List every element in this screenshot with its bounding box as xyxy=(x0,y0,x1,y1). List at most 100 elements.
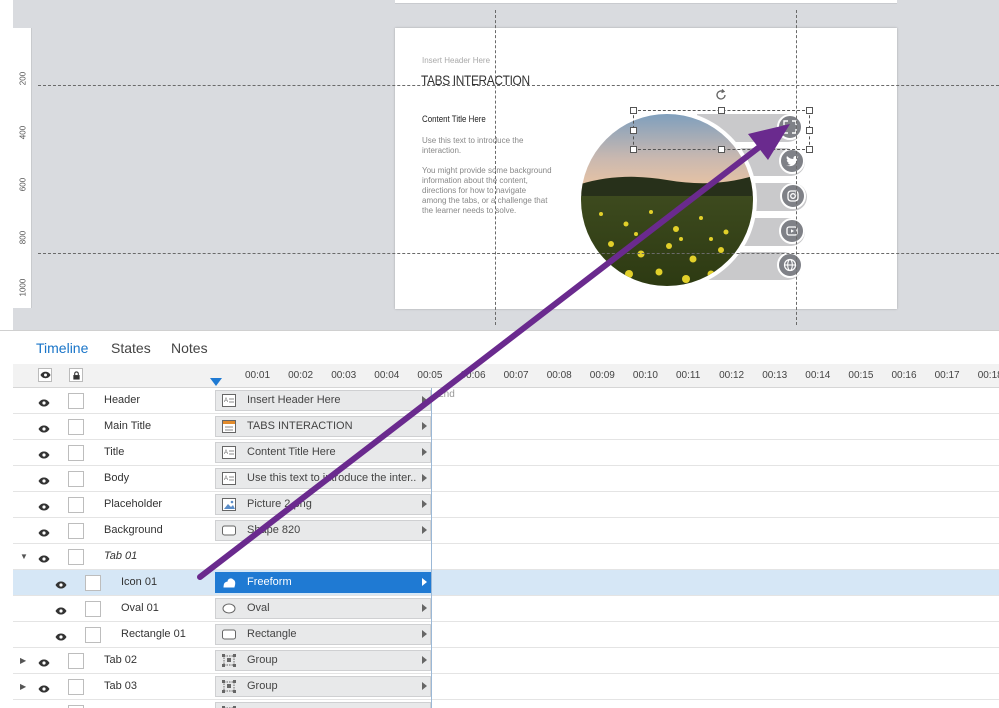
timeline-object-bar[interactable]: Freeform xyxy=(215,572,431,593)
timeline-row[interactable]: ▶ xyxy=(13,700,999,708)
tab-notes[interactable]: Notes xyxy=(171,340,208,356)
bar-arrow-icon[interactable] xyxy=(422,578,427,586)
layer-name[interactable]: Background xyxy=(104,524,163,536)
lock-checkbox[interactable] xyxy=(68,393,84,409)
lock-checkbox[interactable] xyxy=(68,445,84,461)
timeline-row[interactable]: Body A Use this text to introduce the inte… xyxy=(13,466,999,492)
layer-name[interactable]: Tab 03 xyxy=(104,680,137,692)
vertical-guide[interactable] xyxy=(796,10,797,325)
slide-canvas[interactable]: Insert Header Here TABS INTERACTION Cont… xyxy=(395,28,897,309)
bar-arrow-icon[interactable] xyxy=(422,448,427,456)
timeline-row[interactable]: Header A Insert Header Here xyxy=(13,388,999,414)
layer-name[interactable]: Tab 02 xyxy=(104,654,137,666)
bar-arrow-icon[interactable] xyxy=(422,422,427,430)
show-all-eye-icon[interactable] xyxy=(38,368,52,382)
timeline-row[interactable]: Main Title TABS INTERACTION xyxy=(13,414,999,440)
layer-name[interactable]: Placeholder xyxy=(104,498,162,510)
lock-checkbox[interactable] xyxy=(85,601,101,617)
bar-arrow-icon[interactable] xyxy=(422,500,427,508)
bar-arrow-icon[interactable] xyxy=(422,604,427,612)
layer-name[interactable]: Icon 01 xyxy=(121,576,157,588)
visibility-eye-icon[interactable] xyxy=(38,680,52,694)
lock-checkbox[interactable] xyxy=(68,549,84,565)
visibility-eye-icon[interactable] xyxy=(38,524,52,538)
timeline-object-bar[interactable]: Oval xyxy=(215,598,431,619)
resize-handle[interactable] xyxy=(806,107,813,114)
visibility-eye-icon[interactable] xyxy=(38,498,52,512)
layer-name[interactable]: Header xyxy=(104,394,140,406)
visibility-eye-icon[interactable] xyxy=(38,446,52,460)
timeline-object-bar[interactable]: Shape 820 xyxy=(215,520,431,541)
slide-content-title[interactable]: Content Title Here xyxy=(422,114,486,124)
timeline-object-bar[interactable]: Group xyxy=(215,650,431,671)
resize-handle[interactable] xyxy=(630,146,637,153)
lock-checkbox[interactable] xyxy=(68,523,84,539)
lock-checkbox[interactable] xyxy=(85,575,101,591)
layer-name[interactable]: Tab 01 xyxy=(104,550,137,562)
lock-checkbox[interactable] xyxy=(85,627,101,643)
bar-arrow-icon[interactable] xyxy=(422,474,427,482)
timeline-row[interactable]: Icon 01 Freeform xyxy=(13,570,999,596)
tab-timeline[interactable]: Timeline xyxy=(36,340,88,356)
rotate-handle-icon[interactable] xyxy=(714,88,728,102)
timeline-object-bar[interactable]: Rectangle xyxy=(215,624,431,645)
slide-header-text[interactable]: Insert Header Here xyxy=(422,56,490,65)
bar-arrow-icon[interactable] xyxy=(422,630,427,638)
globe-icon[interactable] xyxy=(777,252,803,278)
resize-handle[interactable] xyxy=(718,107,725,114)
bar-arrow-icon[interactable] xyxy=(422,682,427,690)
layer-name[interactable]: Title xyxy=(104,446,124,458)
visibility-eye-icon[interactable] xyxy=(55,628,69,642)
timeline-object-bar[interactable]: A Use this text to introduce the inter... xyxy=(215,468,431,489)
visibility-eye-icon[interactable] xyxy=(55,576,69,590)
layer-name[interactable]: Oval 01 xyxy=(121,602,159,614)
timeline-object-bar[interactable]: Group xyxy=(215,676,431,697)
bar-arrow-icon[interactable] xyxy=(422,396,427,404)
resize-handle[interactable] xyxy=(718,146,725,153)
bar-arrow-icon[interactable] xyxy=(422,526,427,534)
timeline-object-bar[interactable] xyxy=(215,702,431,708)
collapse-caret-icon[interactable]: ▼ xyxy=(20,552,28,561)
visibility-eye-icon[interactable] xyxy=(38,394,52,408)
resize-handle[interactable] xyxy=(806,146,813,153)
timeline-object-bar[interactable]: Picture 2.png xyxy=(215,494,431,515)
layer-name[interactable]: Rectangle 01 xyxy=(121,628,186,640)
timeline-row[interactable]: ▼ Tab 01 xyxy=(13,544,999,570)
youtube-icon[interactable] xyxy=(779,218,805,244)
vertical-guide[interactable] xyxy=(495,10,496,325)
timeline-row[interactable]: Title A Content Title Here xyxy=(13,440,999,466)
expand-caret-icon[interactable]: ▶ xyxy=(20,656,26,665)
timeline-row[interactable]: Background Shape 820 xyxy=(13,518,999,544)
expand-caret-icon[interactable]: ▶ xyxy=(20,682,26,691)
resize-handle[interactable] xyxy=(806,127,813,134)
visibility-eye-icon[interactable] xyxy=(38,472,52,486)
layer-name[interactable]: Body xyxy=(104,472,129,484)
visibility-eye-icon[interactable] xyxy=(38,654,52,668)
lock-checkbox[interactable] xyxy=(68,653,84,669)
resize-handle[interactable] xyxy=(630,107,637,114)
playhead-marker[interactable] xyxy=(210,378,222,386)
horizontal-guide[interactable] xyxy=(38,253,999,254)
slide-stage[interactable]: 200 400 600 800 1000 Insert Header Here … xyxy=(0,0,999,330)
lock-checkbox[interactable] xyxy=(68,419,84,435)
visibility-eye-icon[interactable] xyxy=(38,550,52,564)
timeline-row[interactable]: ▶ Tab 02 Group xyxy=(13,648,999,674)
instagram-icon[interactable] xyxy=(780,183,806,209)
twitter-icon[interactable] xyxy=(779,148,805,174)
visibility-eye-icon[interactable] xyxy=(38,420,52,434)
slide-body-text[interactable]: Use this text to introduce the interacti… xyxy=(422,136,552,226)
lock-checkbox[interactable] xyxy=(68,497,84,513)
tab-states[interactable]: States xyxy=(111,340,151,356)
timeline-object-bar[interactable]: A Insert Header Here xyxy=(215,390,431,411)
timeline-row[interactable]: Rectangle 01 Rectangle xyxy=(13,622,999,648)
layer-name[interactable]: Main Title xyxy=(104,420,151,432)
timeline-row[interactable]: Oval 01 Oval xyxy=(13,596,999,622)
selection-box[interactable] xyxy=(630,107,813,153)
timeline-object-bar[interactable]: TABS INTERACTION xyxy=(215,416,431,437)
lock-all-icon[interactable] xyxy=(69,368,83,382)
horizontal-guide[interactable] xyxy=(38,85,999,86)
timeline-object-bar[interactable]: A Content Title Here xyxy=(215,442,431,463)
timeline-end-line[interactable] xyxy=(431,388,432,708)
lock-checkbox[interactable] xyxy=(68,679,84,695)
timeline-row[interactable]: Placeholder Picture 2.png xyxy=(13,492,999,518)
